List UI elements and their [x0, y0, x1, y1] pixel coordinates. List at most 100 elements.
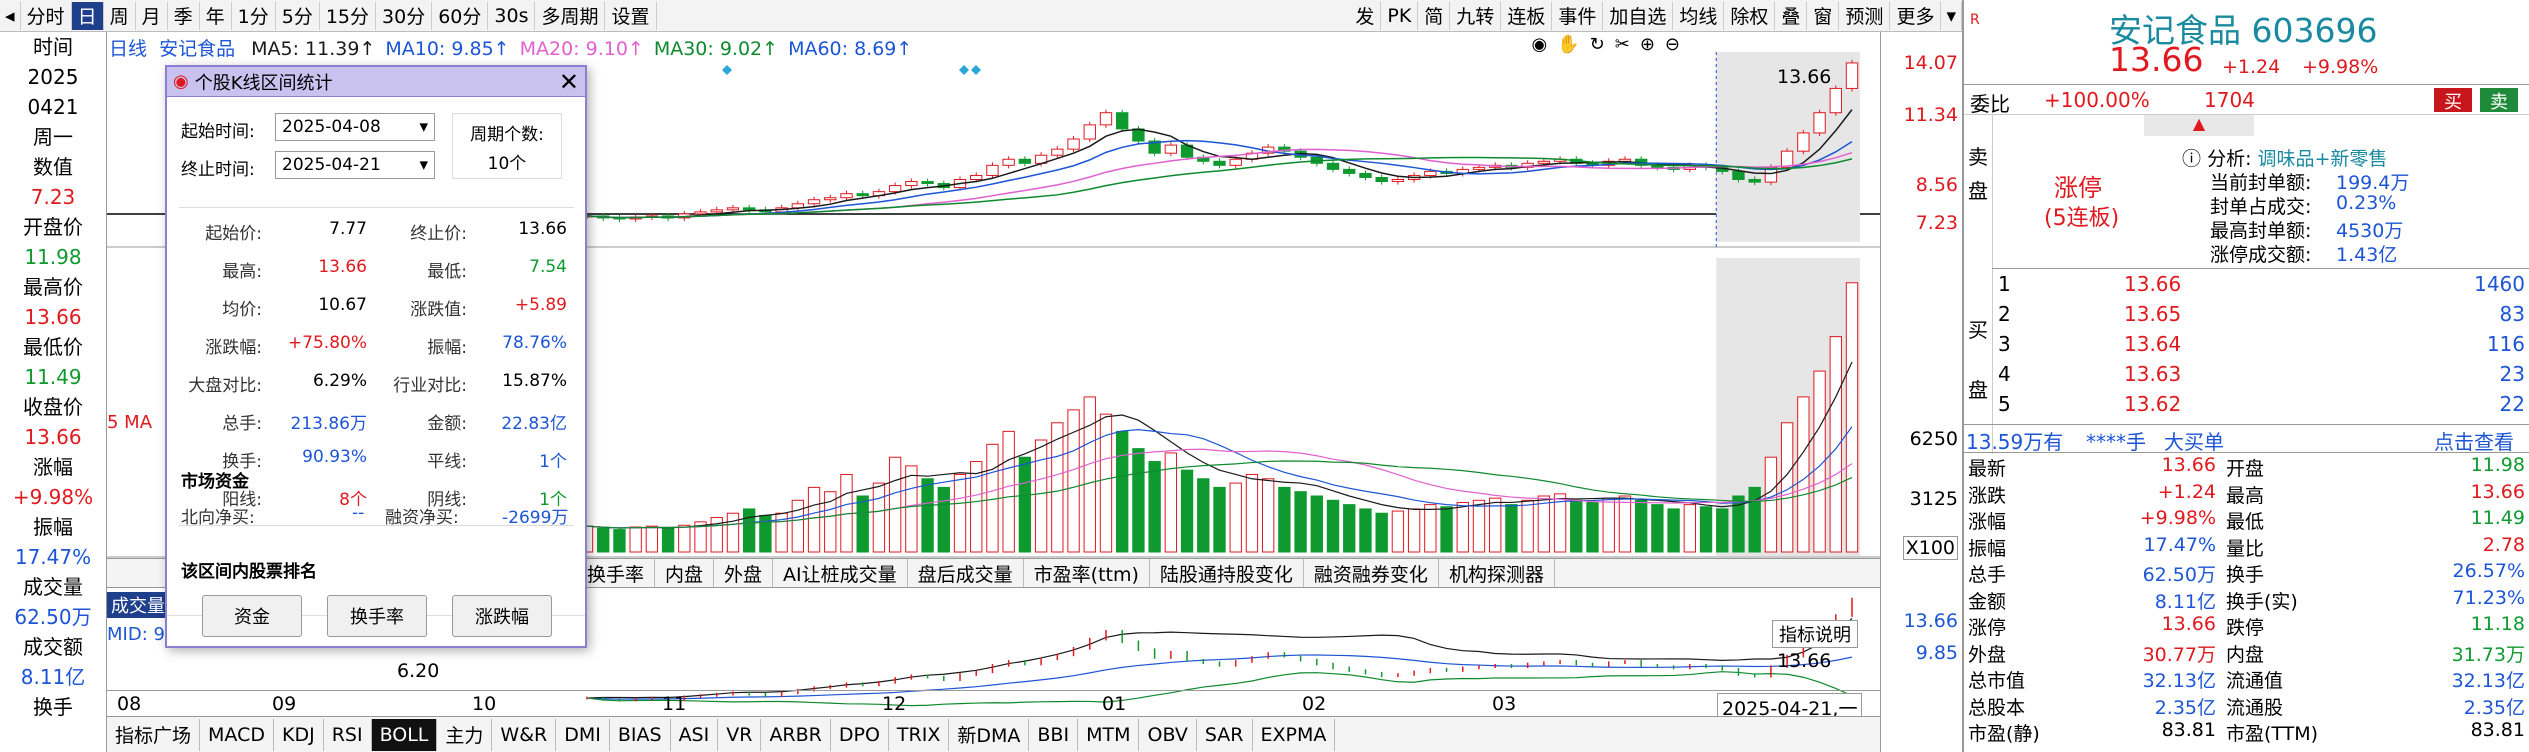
period-tab[interactable]: 日: [71, 1, 104, 30]
analysis-value[interactable]: 调味品+新零售: [2258, 148, 2388, 170]
period-tab[interactable]: 5分: [276, 1, 320, 30]
indicator-tab[interactable]: OBV: [1139, 718, 1197, 751]
close-icon[interactable]: ✕: [559, 68, 579, 96]
sell-button[interactable]: 卖: [2480, 88, 2518, 113]
volume-bar: [1326, 499, 1340, 553]
stat-label: 金额:: [427, 414, 467, 434]
period-tab[interactable]: 月: [136, 1, 168, 30]
indicator-tab[interactable]: TRIX: [889, 718, 950, 751]
collapse-up-icon[interactable]: ▲: [2144, 114, 2254, 136]
period-tab[interactable]: 1分: [232, 1, 276, 30]
data-tab[interactable]: 陆股通持股变化: [1150, 559, 1304, 587]
indicator-tab[interactable]: BIAS: [610, 718, 671, 751]
start-date-select[interactable]: 2025-04-08 ▾: [275, 113, 435, 141]
bid-row[interactable]: 5 13.62 22: [1994, 392, 2529, 420]
rank-button[interactable]: 换手率: [327, 595, 427, 637]
tool-button[interactable]: 窗: [1807, 1, 1840, 30]
indicator-tab[interactable]: 新DMA: [949, 718, 1030, 751]
rank-button[interactable]: 资金: [202, 595, 302, 637]
period-tab[interactable]: 设置: [605, 1, 657, 30]
period-tab[interactable]: 季: [168, 1, 200, 30]
indicator-tab[interactable]: ARBR: [761, 718, 831, 751]
chevron-down-icon[interactable]: ▾: [1941, 1, 1962, 30]
tool-button[interactable]: 叠: [1775, 1, 1808, 30]
collapse-left-icon[interactable]: ◂: [0, 1, 21, 30]
tool-button[interactable]: 发: [1349, 1, 1382, 30]
indicator-tab[interactable]: 指标广场: [107, 718, 201, 751]
indicator-tab[interactable]: KDJ: [274, 718, 324, 751]
candle-body: [921, 181, 934, 185]
date-tick: 03: [1492, 693, 1517, 715]
indicator-tab[interactable]: MTM: [1078, 718, 1140, 751]
rank-button[interactable]: 涨跌幅: [452, 595, 552, 637]
volume-bar: [1051, 422, 1064, 553]
data-tab[interactable]: AI让桩成交量: [773, 559, 908, 587]
info-value: 62.50万: [14, 605, 92, 629]
data-tab[interactable]: 融资融券变化: [1304, 559, 1439, 587]
bid-row[interactable]: 1 13.66 1460: [1994, 272, 2529, 300]
quote-value: 13.66: [2161, 454, 2216, 476]
period-tab[interactable]: 15分: [320, 1, 377, 30]
indicator-tab[interactable]: EXPMA: [1253, 718, 1336, 751]
indicator-tab[interactable]: ASI: [671, 718, 719, 751]
tool-button[interactable]: 九转: [1450, 1, 1502, 30]
period-tab[interactable]: 年: [200, 1, 232, 30]
hand-icon[interactable]: ✋: [1557, 34, 1579, 55]
volume-tab-label[interactable]: 成交量: [107, 592, 169, 618]
indicator-tab[interactable]: RSI: [324, 718, 372, 751]
bid-row[interactable]: 4 13.63 23: [1994, 362, 2529, 390]
indicator-explain-button[interactable]: 指标说明: [1772, 620, 1858, 648]
zoom-out-icon[interactable]: ⊖: [1665, 34, 1680, 55]
data-tab[interactable]: 盘后成交量: [908, 559, 1024, 587]
indicator-tab[interactable]: W&R: [492, 718, 557, 751]
tool-button[interactable]: 简: [1418, 1, 1451, 30]
data-tab[interactable]: 外盘: [714, 559, 774, 587]
tool-button[interactable]: 预测: [1839, 1, 1891, 30]
indicator-tab[interactable]: BOLL: [371, 718, 438, 751]
dialog-titlebar[interactable]: ◉ 个股K线区间统计 ✕: [167, 67, 585, 97]
indicator-tab[interactable]: DMI: [556, 718, 610, 751]
bid-price: 13.63: [2124, 362, 2182, 386]
ma-legend: 日线 安记食品 MA5: 11.39↑ MA10: 9.85↑ MA20: 9.10…: [109, 34, 912, 61]
period-tab[interactable]: 分时: [21, 1, 72, 30]
tool-button[interactable]: 更多: [1890, 1, 1942, 30]
volume-bar: [1748, 486, 1761, 553]
data-tab[interactable]: 内盘: [655, 559, 715, 587]
end-date-select[interactable]: 2025-04-21 ▾: [275, 151, 435, 179]
indicator-tab[interactable]: DPO: [831, 718, 889, 751]
tick-view-link[interactable]: 点击查看: [2434, 426, 2514, 455]
refresh-icon[interactable]: ↻: [1590, 34, 1605, 55]
indicator-tab[interactable]: BBI: [1029, 718, 1079, 751]
indicator-tab[interactable]: MACD: [200, 718, 274, 751]
data-tab[interactable]: 市盈率(ttm): [1024, 559, 1150, 587]
indicator-tab[interactable]: VR: [718, 718, 762, 751]
bid-row[interactable]: 3 13.64 116: [1994, 332, 2529, 360]
quote-row: 总股本 2.35亿 流通股 2.35亿: [1964, 693, 2529, 719]
data-tab[interactable]: 机构探测器: [1439, 559, 1555, 587]
tool-button[interactable]: PK: [1381, 1, 1419, 30]
eye-icon[interactable]: ◉: [1531, 34, 1547, 55]
scissors-icon[interactable]: ✂: [1615, 34, 1630, 55]
tool-button[interactable]: 加自选: [1603, 1, 1674, 30]
tool-button[interactable]: 连板: [1501, 1, 1553, 30]
candle-body: [986, 164, 999, 176]
period-tab[interactable]: 30s: [488, 1, 536, 30]
candle-body: [1537, 160, 1551, 164]
period-tab[interactable]: 60分: [432, 1, 489, 30]
quote-row: 涨停 13.66 跌停 11.18: [1964, 613, 2529, 639]
data-tab[interactable]: 换手率: [577, 559, 656, 587]
end-label: 终止时间:: [181, 160, 255, 180]
info-label: 时间: [33, 35, 73, 59]
zoom-in-icon[interactable]: ⊕: [1640, 34, 1655, 55]
period-tab[interactable]: 多周期: [535, 1, 606, 30]
tool-button[interactable]: 除权: [1724, 1, 1776, 30]
period-tab[interactable]: 周: [104, 1, 136, 30]
period-tab[interactable]: 30分: [376, 1, 433, 30]
candle-body: [1018, 158, 1032, 164]
tool-button[interactable]: 事件: [1552, 1, 1604, 30]
tool-button[interactable]: 均线: [1673, 1, 1725, 30]
indicator-tab[interactable]: 主力: [437, 718, 493, 751]
indicator-tab[interactable]: SAR: [1197, 718, 1253, 751]
bid-row[interactable]: 2 13.65 83: [1994, 302, 2529, 330]
buy-button[interactable]: 买: [2434, 88, 2472, 113]
